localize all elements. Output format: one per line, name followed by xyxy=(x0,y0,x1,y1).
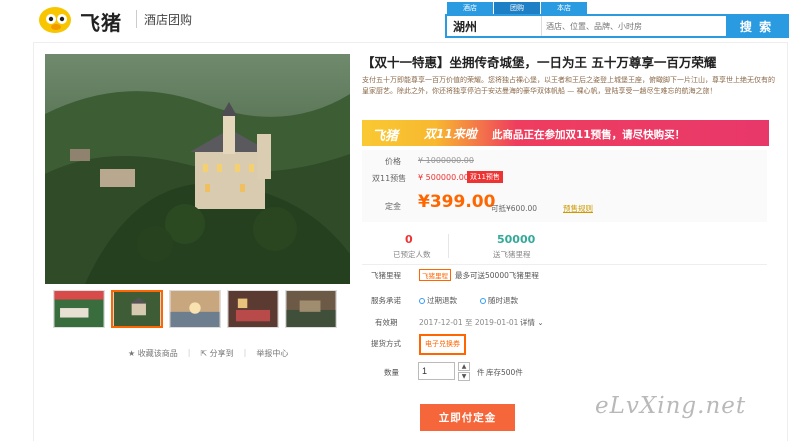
original-price: ¥ 1000000.00 xyxy=(418,156,474,165)
stats-divider xyxy=(448,234,449,258)
stats-separator xyxy=(362,264,767,265)
brand-name[interactable]: 飞猪 xyxy=(80,7,122,36)
promo-brand: 飞猪 xyxy=(372,129,399,144)
tab-this-store[interactable]: 本店 xyxy=(541,2,587,14)
report-link[interactable]: 举报中心 xyxy=(256,348,288,359)
service-item-1: 过期退款 xyxy=(427,296,457,305)
mileage-tag: 飞猪里程 xyxy=(419,269,451,281)
miles-label: 送飞猪里程 xyxy=(493,250,531,259)
price-label: 价格 xyxy=(385,157,401,166)
search-button[interactable]: 搜 索 xyxy=(726,16,787,36)
pickup-label: 提货方式 xyxy=(371,339,401,348)
promo-text: 此商品正在参加双11预售，请尽快购买！ xyxy=(492,129,686,141)
site-header: 飞猪 酒店团购 酒店 团购 本店 搜 索 xyxy=(0,0,800,40)
presale-badge: 双11预售 xyxy=(467,171,503,183)
thumbnail-4[interactable] xyxy=(227,290,279,328)
deposit-note: 可抵¥600.00 xyxy=(491,204,538,213)
thumbnail-5[interactable] xyxy=(285,290,337,328)
promo-tag: 双11来啦 xyxy=(424,127,477,141)
thumbnail-1[interactable] xyxy=(53,290,105,328)
validity-detail-link[interactable]: 详情 ⌄ xyxy=(520,317,544,328)
booked-label: 已预定人数 xyxy=(393,250,431,259)
product-description: 支付五十万即能尊享一百万价值的荣耀。您将独占裸心堡，以王者和王后之姿登上城堡王座… xyxy=(362,76,775,95)
promo-banner: 飞猪 双11来啦 此商品正在参加双11预售，请尽快购买！ xyxy=(362,120,769,146)
share-label: 分享到 xyxy=(209,349,234,358)
quantity-input[interactable] xyxy=(418,362,455,380)
chevron-down-icon: ⌄ xyxy=(537,318,544,327)
pickup-option-voucher[interactable]: 电子兑换券 xyxy=(419,334,466,355)
search-input[interactable] xyxy=(542,16,726,36)
favorite-label: 收藏该商品 xyxy=(137,349,178,358)
booked-count: 0 xyxy=(405,233,413,246)
castle-main-image[interactable] xyxy=(45,54,350,284)
action-separator: | xyxy=(187,348,191,357)
quantity-decrease-button[interactable]: ▼ xyxy=(458,372,470,381)
search-box: 搜 索 xyxy=(445,14,789,38)
product-title: 【双十一特惠】坐拥传奇城堡，一日为王 五十万尊享一百万荣耀 xyxy=(362,55,717,70)
deposit-label: 定金 xyxy=(385,202,401,211)
fliggy-logo-icon[interactable] xyxy=(36,4,74,34)
miles-value: 50000 xyxy=(497,233,536,246)
presale-price: ¥ 500000.00 xyxy=(418,173,469,182)
validity-detail-label: 详情 xyxy=(520,318,535,327)
share-link[interactable]: ⇱ 分享到 xyxy=(200,348,233,359)
quantity-increase-button[interactable]: ▲ xyxy=(458,362,470,371)
check-circle-icon xyxy=(419,298,425,304)
mileage-text: 最多可送50000飞猪里程 xyxy=(455,271,539,280)
city-input[interactable] xyxy=(447,16,542,36)
action-separator: | xyxy=(243,348,247,357)
stock-count: 库存500件 xyxy=(486,368,523,377)
search-tabs: 酒店 团购 本店 xyxy=(447,2,588,14)
check-circle-icon xyxy=(480,298,486,304)
favorite-link[interactable]: ★ 收藏该商品 xyxy=(128,348,178,359)
mileage-label: 飞猪里程 xyxy=(371,271,401,280)
quantity-label: 数量 xyxy=(384,368,399,377)
presale-rules-link[interactable]: 预售规则 xyxy=(563,203,593,214)
validity-label: 有效期 xyxy=(375,318,398,327)
site-watermark: eLvXing.net xyxy=(595,393,747,419)
thumbnail-2[interactable] xyxy=(111,290,163,328)
deposit-price: ¥399.00 xyxy=(418,192,496,212)
pay-deposit-button[interactable]: 立即付定金 xyxy=(420,404,515,431)
header-subtitle: 酒店团购 xyxy=(144,13,193,27)
service-expired-refund: 过期退款 xyxy=(419,295,457,306)
thumbnail-3[interactable] xyxy=(169,290,221,328)
service-label: 服务承诺 xyxy=(371,296,401,305)
service-item-2: 随时退款 xyxy=(488,296,518,305)
tab-hotel[interactable]: 酒店 xyxy=(447,2,493,14)
service-anytime-refund: 随时退款 xyxy=(480,295,518,306)
tab-group-buy[interactable]: 团购 xyxy=(494,2,540,14)
validity-value: 2017-12-01 至 2019-01-01 xyxy=(419,318,519,327)
thumbnail-strip xyxy=(53,290,337,328)
quantity-unit: 件 xyxy=(477,368,485,377)
header-divider xyxy=(136,10,137,28)
presale-label: 双11预售 xyxy=(372,174,407,183)
gallery-actions: ★ 收藏该商品 | ⇱ 分享到 | 举报中心 xyxy=(128,348,288,359)
